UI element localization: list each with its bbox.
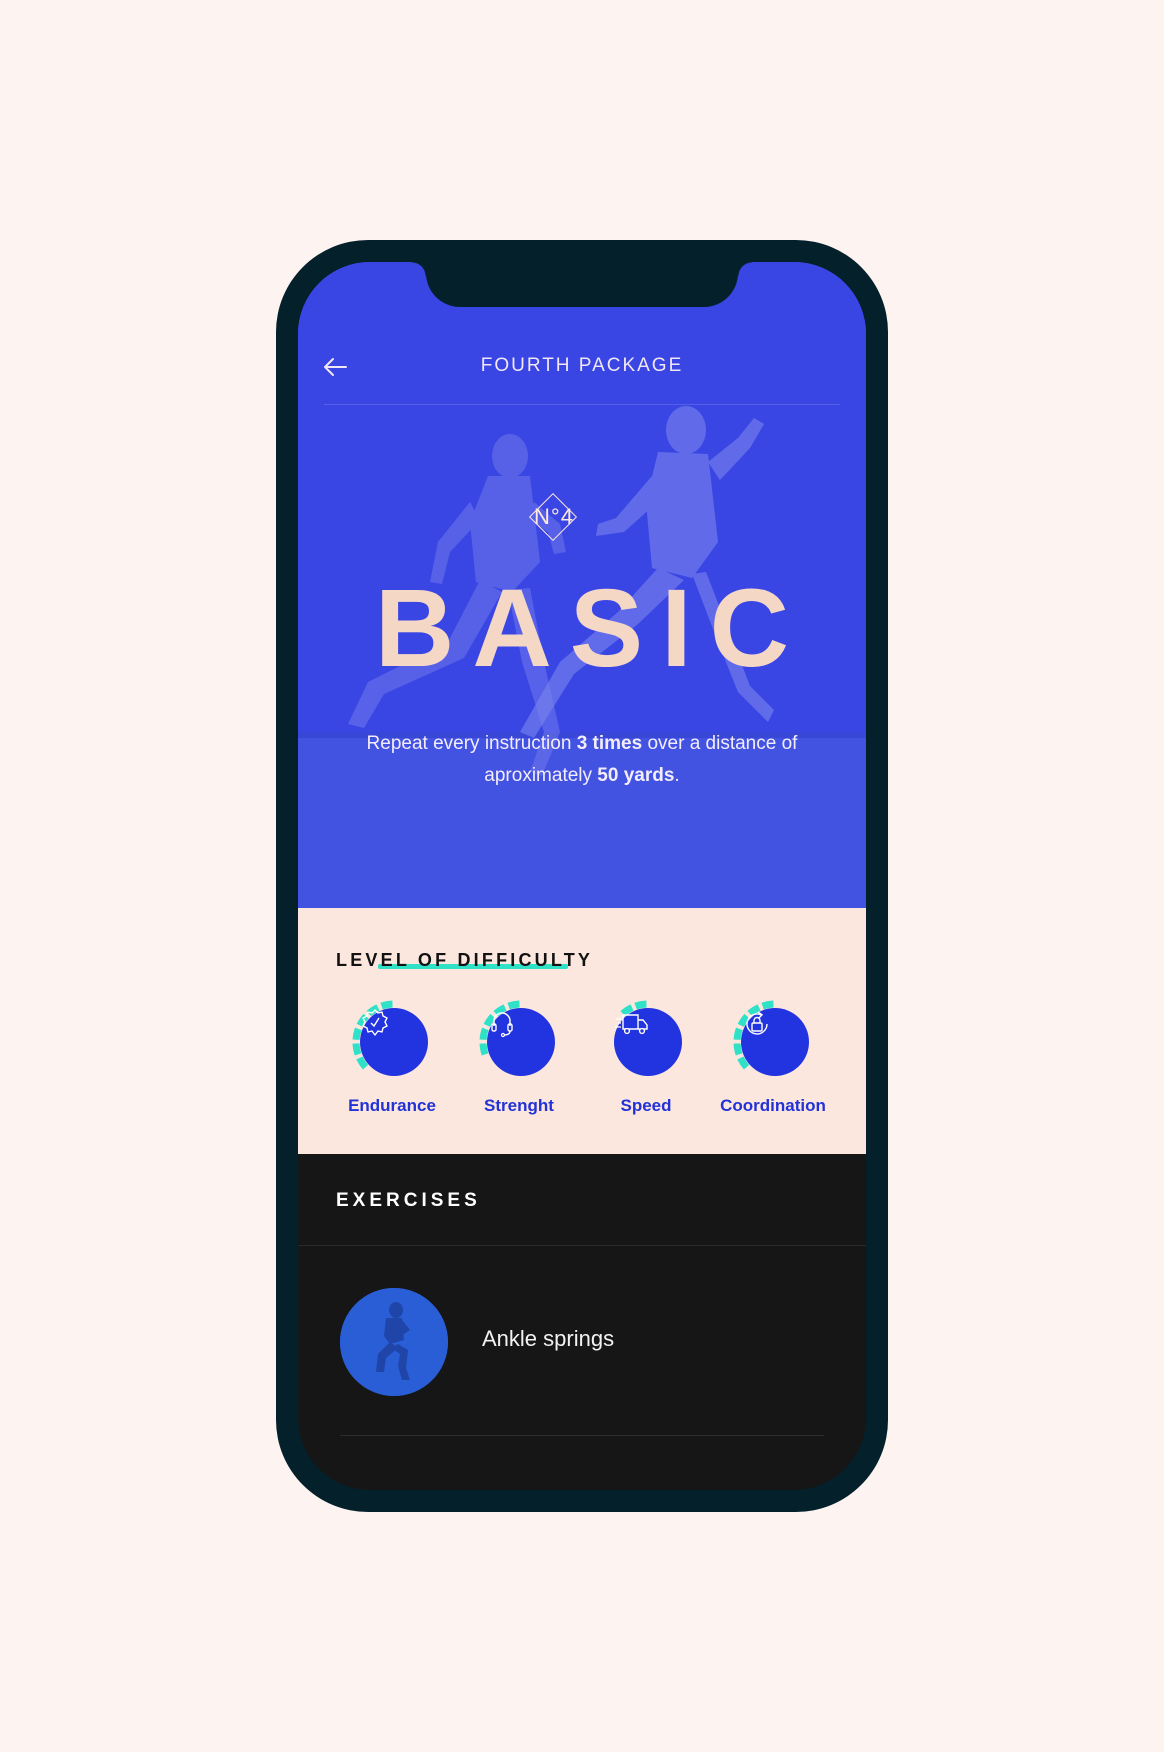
page-title: FOURTH PACKAGE xyxy=(480,355,684,376)
package-title: BASIC xyxy=(374,567,808,690)
skill-coordination[interactable]: Coordination xyxy=(703,998,843,1116)
skill-level-ring xyxy=(477,998,561,1082)
exercise-name: Ankle springs xyxy=(482,1326,615,1351)
exercises-header: EXERCISES xyxy=(298,1154,866,1246)
phone-frame: FOURTH PACKAGE N°4 BASIC Repeat every in… xyxy=(276,240,888,1512)
lock-refresh-icon xyxy=(746,1011,768,1035)
package-description: Repeat every instruction 3 times over a … xyxy=(366,733,798,786)
skill-speed[interactable]: Speed xyxy=(576,998,716,1116)
athlete-image xyxy=(340,1288,448,1396)
level-segment xyxy=(733,1043,743,1056)
hero-section: FOURTH PACKAGE N°4 BASIC Repeat every in… xyxy=(298,262,866,908)
level-segment xyxy=(352,1027,362,1041)
level-segment xyxy=(634,1000,647,1010)
list-item[interactable]: Ankle springs xyxy=(298,1246,866,1436)
skill-endurance[interactable]: Endurance xyxy=(322,998,462,1116)
skill-label: Coordination xyxy=(720,1096,826,1115)
badge-check-icon xyxy=(362,1009,388,1036)
level-segment xyxy=(761,1000,774,1010)
phone-notch xyxy=(412,262,752,307)
level-segment xyxy=(479,1027,489,1041)
level-segment xyxy=(479,1043,489,1056)
skill-strength[interactable]: Strenght xyxy=(449,998,589,1116)
skill-level-ring xyxy=(604,998,688,1082)
level-segment xyxy=(380,1000,393,1010)
difficulty-heading: LEVEL OF DIFFICULTY xyxy=(336,950,594,970)
delivery-truck-icon xyxy=(615,1014,648,1035)
skill-label: Strenght xyxy=(484,1096,554,1115)
header-divider xyxy=(324,404,840,405)
arrow-left-icon xyxy=(324,358,347,376)
level-segment xyxy=(733,1027,743,1041)
exercise-thumbnail xyxy=(340,1288,448,1396)
skill-level-ring xyxy=(350,998,434,1082)
package-number: N°4 xyxy=(534,504,574,529)
skill-label: Endurance xyxy=(348,1096,436,1115)
headphones-icon xyxy=(491,1012,513,1038)
level-segment xyxy=(507,1000,520,1010)
row-divider xyxy=(340,1435,824,1436)
skill-level-ring xyxy=(731,998,815,1082)
top-bar: FOURTH PACKAGE xyxy=(298,346,866,386)
skills-list: Endurance Strenght Speed Coordination xyxy=(298,998,866,1128)
app-screen: FOURTH PACKAGE N°4 BASIC Repeat every in… xyxy=(298,262,866,1490)
package-number-badge: N°4 xyxy=(522,490,582,550)
skill-label: Speed xyxy=(620,1096,672,1115)
exercises-heading: EXERCISES xyxy=(336,1190,481,1211)
level-segment xyxy=(352,1043,362,1056)
back-button[interactable] xyxy=(320,352,350,382)
difficulty-section: LEVEL OF DIFFICULTY Endurance Strenght S… xyxy=(298,908,866,1154)
